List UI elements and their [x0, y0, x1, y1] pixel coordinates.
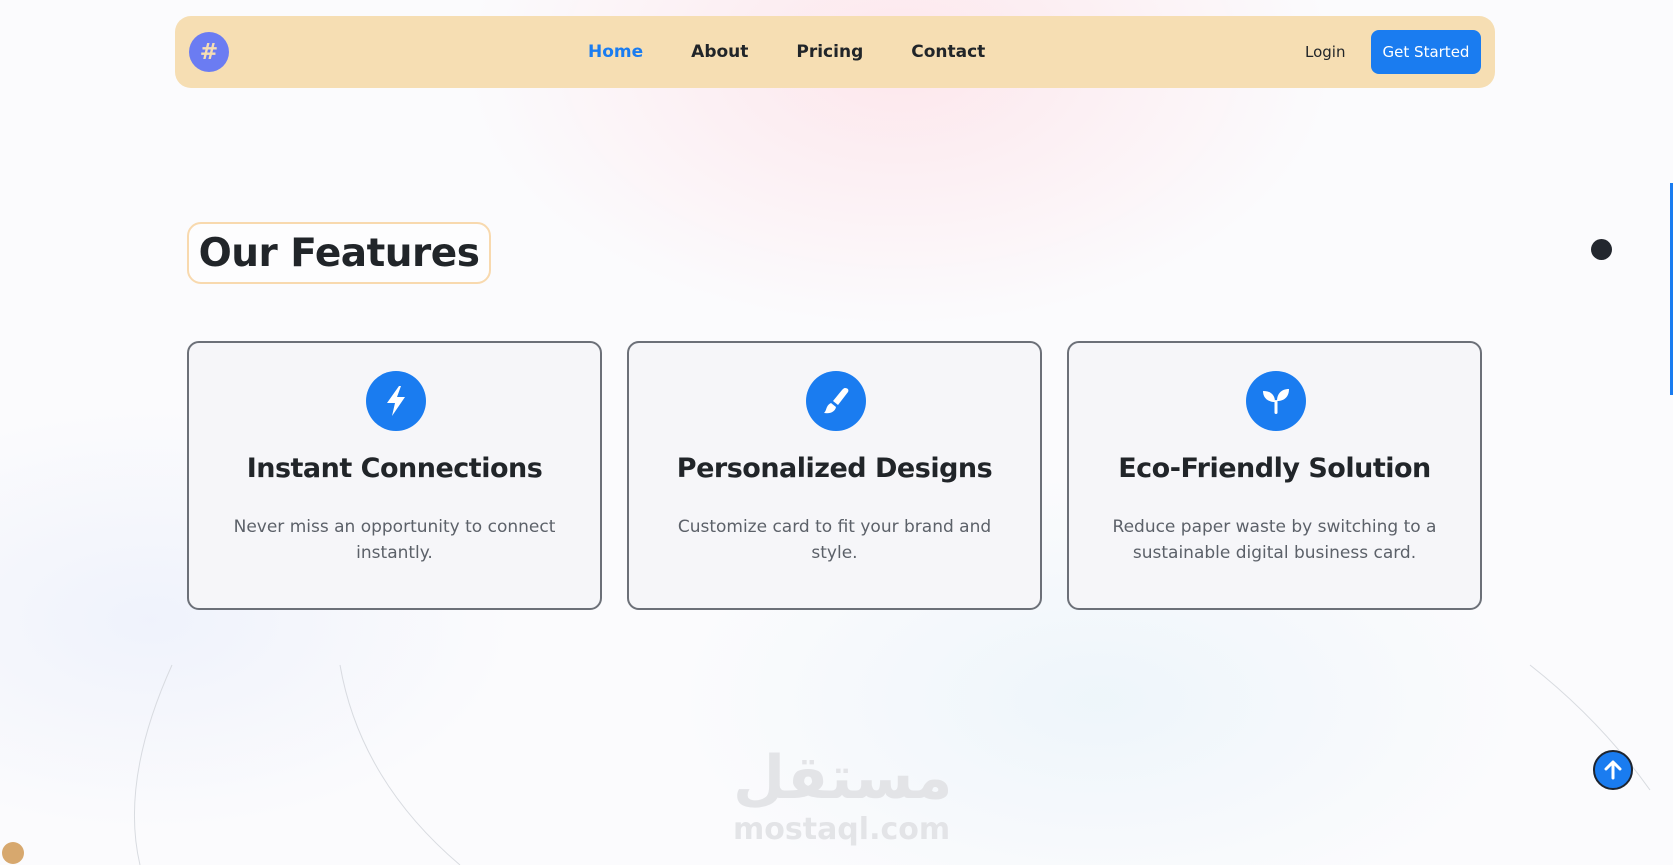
card-description: Customize card to fit your brand and sty… [677, 517, 992, 563]
card-description: Reduce paper waste by switching to a sus… [1112, 517, 1437, 563]
nav-link-about[interactable]: About [691, 42, 748, 62]
feature-card-personalized-designs: Personalized Designs Customize card to f… [627, 341, 1042, 610]
card-title: Instant Connections [246, 453, 543, 484]
nav-link-contact[interactable]: Contact [911, 42, 985, 62]
get-started-button[interactable]: Get Started [1371, 30, 1481, 74]
card-description: Never miss an opportunity to connect ins… [233, 517, 556, 563]
nav-link-home[interactable]: Home [588, 42, 643, 62]
section-title: Our Features [198, 230, 480, 276]
card-title: Eco-Friendly Solution [1118, 453, 1431, 484]
login-link[interactable]: Login [1305, 43, 1345, 61]
decorative-dot [1591, 239, 1612, 260]
watermark-latin: mostaql.com [733, 812, 951, 847]
nav-link-pricing[interactable]: Pricing [796, 42, 863, 62]
back-to-top-button[interactable] [1593, 750, 1633, 790]
seedling-icon [1246, 371, 1306, 431]
paint-brush-icon [806, 371, 866, 431]
feature-card-instant-connections: Instant Connections Never miss an opport… [187, 341, 602, 610]
section-title-badge: Our Features [187, 222, 491, 284]
nav-links: Home About Pricing Contact [588, 16, 1033, 88]
cookie-icon[interactable] [2, 842, 24, 864]
arrow-up-icon [1604, 760, 1622, 780]
card-title: Personalized Designs [676, 453, 993, 484]
navbar: # Home About Pricing Contact Login Get S… [175, 16, 1495, 88]
watermark-arabic: مستقل [733, 743, 953, 813]
logo-icon[interactable]: # [189, 32, 229, 72]
feature-card-eco-friendly: Eco-Friendly Solution Reduce paper waste… [1067, 341, 1482, 610]
logo-glyph: # [199, 39, 219, 65]
bolt-icon [366, 371, 426, 431]
